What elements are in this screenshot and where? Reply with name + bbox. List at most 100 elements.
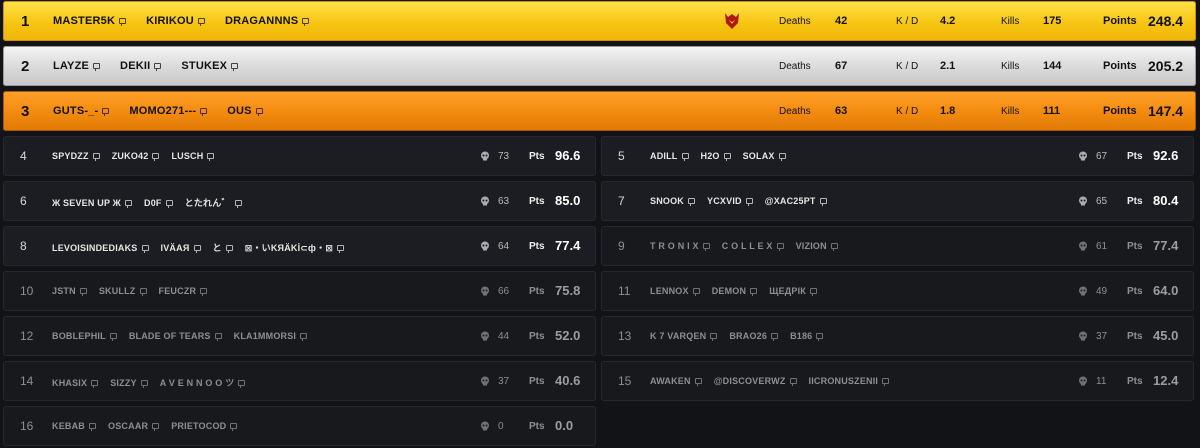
kills-label: Kills	[1001, 15, 1020, 27]
podium-row-3[interactable]: 3 GUTS-_- MOMO271--- OUS Deaths 63 K / D 1.8 Kil…	[3, 91, 1196, 131]
player-name[interactable]: KEBAB	[52, 421, 97, 431]
player-name[interactable]: BLADE OF TEARS	[129, 331, 222, 341]
kills-value: 65	[1096, 196, 1108, 207]
skull-icon	[481, 286, 489, 296]
player-label: DEKII	[120, 60, 151, 72]
kd-label: K / D	[896, 60, 919, 72]
rank-number: 14	[20, 374, 34, 388]
player-name[interactable]: PRIETOCOD	[171, 421, 238, 431]
player-name[interactable]: FEUCZR	[159, 286, 208, 296]
player-name[interactable]: ZUKO42	[112, 151, 160, 161]
player-name[interactable]: と	[213, 241, 233, 254]
kills-value: 37	[498, 376, 510, 387]
player-name[interactable]: DEKII	[120, 60, 162, 72]
team-players: K 7 VARQEN BRAO26 B186	[650, 331, 824, 341]
player-name[interactable]: SKULLZ	[99, 286, 147, 296]
kills-value: 44	[498, 331, 510, 342]
rank-number: 3	[21, 102, 30, 120]
player-name[interactable]: D0F	[144, 196, 173, 209]
player-name[interactable]: GUTS-_-	[53, 105, 110, 117]
player-name[interactable]: MOMO271---	[129, 105, 208, 117]
chat-bubble-icon	[238, 379, 246, 388]
leaderboard-row[interactable]: 16 KEBAB OSCAAR PRIETOCOD 0 Pts 0.0	[3, 406, 596, 446]
chat-bubble-icon	[688, 198, 696, 206]
chat-bubble-icon	[207, 153, 215, 161]
leaderboard-row[interactable]: 6 Ж SEVEN UP Ж D0F とたれん゛ 63 Pts 85.0	[3, 181, 596, 221]
player-label: STUKEX	[181, 60, 228, 72]
player-name[interactable]: @DISCOVERWZ	[714, 376, 797, 386]
player-name[interactable]: OSCAAR	[108, 421, 160, 431]
leaderboard-row[interactable]: 4 SPYDZZ ZUKO42 LUSCH 73 Pts 96.6	[3, 136, 596, 176]
player-name[interactable]: T R O N I X	[650, 241, 710, 251]
leaderboard-row[interactable]: 7 SNOOK YCXVID @XAC25PT 65 Pts 80.4	[601, 181, 1194, 221]
player-name[interactable]: BOBLEPHIL	[52, 331, 117, 341]
leaderboard-row[interactable]: 14 KHASIX SIZZY A V E N N O O ツ 37 Pts 40.6	[3, 361, 596, 401]
player-name[interactable]: DRAGANNNS	[225, 15, 310, 27]
leaderboard-row[interactable]: 8 LEVOISINDEDIAKS IVÄАЯ と ⊠・いKЯÄKİ⊂ф・⊠ 64 Pts 7…	[3, 226, 596, 266]
player-name[interactable]: SPYDZZ	[52, 151, 100, 161]
player-name[interactable]: LAYZE	[53, 60, 101, 72]
player-name[interactable]: ⊠・いKЯÄKİ⊂ф・⊠	[245, 241, 345, 254]
player-name[interactable]: LUSCH	[171, 151, 215, 161]
skull-icon	[1079, 241, 1087, 251]
chat-bubble-icon	[300, 333, 308, 341]
player-name[interactable]: SNOOK	[650, 196, 696, 206]
leaderboard-row[interactable]: 10 JSTN SKULLZ FEUCZR 66 Pts 75.8	[3, 271, 596, 311]
leaderboard-row[interactable]: 13 K 7 VARQEN BRAO26 B186 37 Pts 45.0	[601, 316, 1194, 356]
player-label: @DISCOVERWZ	[713, 376, 786, 386]
player-label: ZUKO42	[111, 151, 149, 161]
player-name[interactable]: ЩЕДРІК	[769, 286, 817, 296]
player-name[interactable]: A V E N N O O ツ	[160, 376, 246, 389]
chat-bubble-icon	[681, 153, 689, 161]
player-name[interactable]: LENNOX	[650, 286, 700, 296]
player-name[interactable]: Ж SEVEN UP Ж	[52, 196, 133, 209]
kills-value: 63	[498, 196, 510, 207]
leaderboard-row[interactable]: 11 LENNOX DEMON ЩЕДРІК 49 Pts 64.0	[601, 271, 1194, 311]
team-players: JSTN SKULLZ FEUCZR	[52, 286, 208, 296]
chat-bubble-icon	[702, 243, 710, 251]
player-name[interactable]: B186	[790, 331, 824, 341]
chat-bubble-icon	[230, 423, 238, 431]
player-name[interactable]: LEVOISINDEDIAKS	[52, 241, 149, 254]
player-name[interactable]: JSTN	[52, 286, 87, 296]
leaderboard-row[interactable]: 9 T R O N I X C O L L E X VIZION 61 Pts 77.4	[601, 226, 1194, 266]
player-name[interactable]: KLA1MMORSI	[234, 331, 308, 341]
rank-number: 12	[20, 329, 34, 343]
player-name[interactable]: SOLAX	[743, 151, 786, 161]
chat-bubble-icon	[197, 18, 205, 26]
player-name[interactable]: K 7 VARQEN	[650, 331, 718, 341]
podium-row-2[interactable]: 2 LAYZE DEKII STUKEX Deaths 67 K / D 2.1 Kills 14…	[3, 46, 1196, 86]
player-name[interactable]: BRAO26	[729, 331, 779, 341]
player-label: KIRIKOU	[146, 15, 194, 27]
podium-row-1[interactable]: 1 MASTER5K KIRIKOU DRAGANNNS Deaths 42 K / D 4.…	[3, 1, 1196, 41]
player-name[interactable]: AWAKEN	[650, 376, 702, 386]
player-name[interactable]: とたれん゛	[185, 196, 242, 209]
player-name[interactable]: IICRONUSZENII	[809, 376, 890, 386]
chat-bubble-icon	[771, 333, 779, 341]
player-name[interactable]: STUKEX	[181, 60, 239, 72]
leaderboard-row[interactable]: 15 AWAKEN @DISCOVERWZ IICRONUSZENII 11 Pts 12.…	[601, 361, 1194, 401]
player-name[interactable]: KIRIKOU	[146, 15, 205, 27]
player-name[interactable]: KHASIX	[52, 376, 99, 389]
chat-bubble-icon	[710, 333, 718, 341]
player-name[interactable]: VIZION	[796, 241, 838, 251]
chat-bubble-icon	[79, 288, 87, 296]
player-name[interactable]: IVÄАЯ	[161, 241, 201, 254]
kills-label: Kills	[1001, 60, 1020, 72]
player-name[interactable]: SIZZY	[110, 376, 148, 389]
player-name[interactable]: DEMON	[712, 286, 758, 296]
rank-number: 5	[618, 149, 625, 163]
player-name[interactable]: @XAC25PT	[765, 196, 827, 206]
player-name[interactable]: YCXVID	[707, 196, 753, 206]
points-label: Pts	[1127, 331, 1143, 342]
leaderboard-row[interactable]: 12 BOBLEPHIL BLADE OF TEARS KLA1MMORSI 44 Pts…	[3, 316, 596, 356]
player-name[interactable]: H2O	[701, 151, 731, 161]
leaderboard-row[interactable]: 5 ADILL H2O SOLAX 67 Pts 92.6	[601, 136, 1194, 176]
player-label: JSTN	[52, 286, 76, 296]
kills-value: 67	[1096, 151, 1108, 162]
player-name[interactable]: C O L L E X	[722, 241, 784, 251]
chat-bubble-icon	[92, 153, 100, 161]
player-name[interactable]: MASTER5K	[53, 15, 127, 27]
player-name[interactable]: ADILL	[650, 151, 689, 161]
player-name[interactable]: OUS	[227, 105, 263, 117]
